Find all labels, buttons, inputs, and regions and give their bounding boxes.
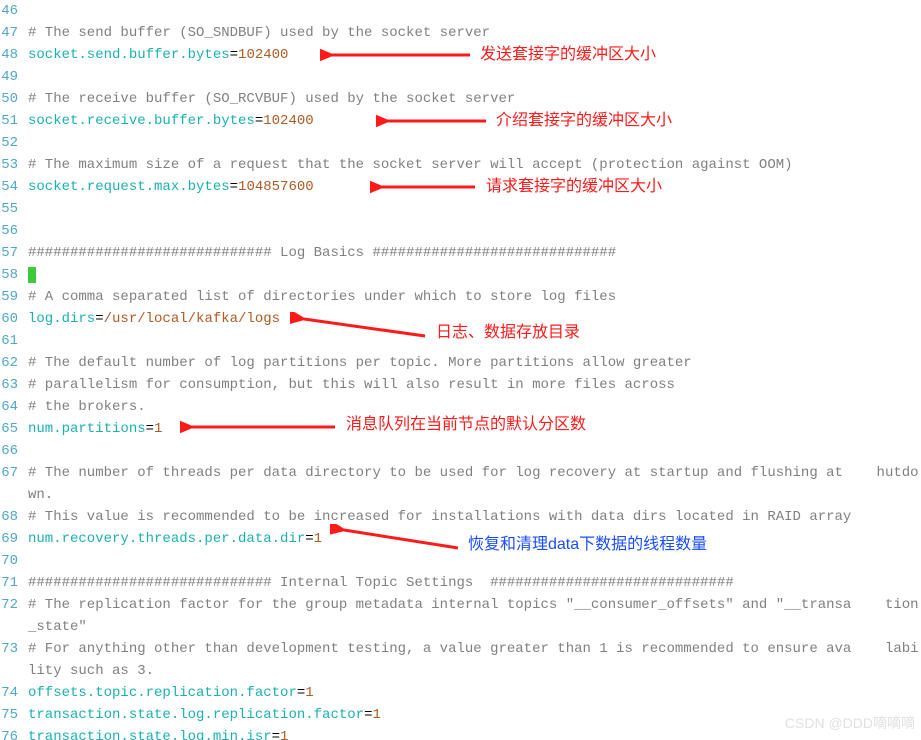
code-comment: # The number of threads per data directo… — [28, 462, 921, 506]
equals: = — [230, 179, 238, 195]
prop-val: 1 — [305, 685, 313, 701]
code-comment: # The receive buffer (SO_RCVBUF) used by… — [28, 88, 921, 110]
prop-val: 1 — [154, 421, 162, 437]
prop-val: 102400 — [238, 47, 288, 63]
prop-key: transaction.state.log.min.isr — [28, 729, 272, 740]
code-line — [28, 220, 921, 242]
line-number: 59 — [0, 286, 28, 308]
prop-key: transaction.state.log.replication.factor — [28, 707, 364, 723]
prop-key: offsets.topic.replication.factor — [28, 685, 297, 701]
line-number: 63 — [0, 374, 28, 396]
equals: = — [297, 685, 305, 701]
prop-key: socket.receive.buffer.bytes — [28, 113, 255, 129]
annotation-text: 消息队列在当前节点的默认分区数 — [346, 414, 586, 436]
line-number: 76 — [0, 726, 28, 740]
watermark-text: CSDN @DDD嘀嘀嘀 — [785, 712, 915, 734]
equals: = — [272, 729, 280, 740]
code-comment: # The send buffer (SO_SNDBUF) used by th… — [28, 22, 921, 44]
code-comment: # A comma separated list of directories … — [28, 286, 921, 308]
equals: = — [305, 531, 313, 547]
line-number: 50 — [0, 88, 28, 110]
prop-val: /usr/local/kafka/logs — [104, 311, 280, 327]
prop-key: log.dirs — [28, 311, 95, 327]
line-number: 70 — [0, 550, 28, 572]
line-number: 48 — [0, 44, 28, 66]
equals: = — [95, 311, 103, 327]
line-number: 54 — [0, 176, 28, 198]
code-line — [28, 66, 921, 88]
equals: = — [146, 421, 154, 437]
line-number: 74 — [0, 682, 28, 704]
line-number: 73 — [0, 638, 28, 682]
line-number: 72 — [0, 594, 28, 638]
prop-key: num.recovery.threads.per.data.dir — [28, 531, 305, 547]
prop-val: 1 — [372, 707, 380, 723]
prop-key: socket.send.buffer.bytes — [28, 47, 230, 63]
code-comment: # parallelism for consumption, but this … — [28, 374, 921, 396]
equals: = — [255, 113, 263, 129]
line-number: 60 — [0, 308, 28, 330]
code-line: offsets.topic.replication.factor=1 — [28, 682, 921, 704]
prop-val: 1 — [280, 729, 288, 740]
annotation-text: 日志、数据存放目录 — [436, 322, 580, 344]
line-number: 56 — [0, 220, 28, 242]
code-comment: # The replication factor for the group m… — [28, 594, 921, 638]
line-number: 51 — [0, 110, 28, 132]
line-number: 66 — [0, 440, 28, 462]
prop-key: num.partitions — [28, 421, 146, 437]
line-number: 64 — [0, 396, 28, 418]
line-number: 67 — [0, 462, 28, 506]
code-comment: # The maximum size of a request that the… — [28, 154, 921, 176]
code-line: socket.request.max.bytes=104857600 — [28, 176, 921, 198]
prop-val: 102400 — [263, 113, 313, 129]
line-number: 55 — [0, 198, 28, 220]
prop-key: socket.request.max.bytes — [28, 179, 230, 195]
line-number: 47 — [0, 22, 28, 44]
code-line: socket.receive.buffer.bytes=102400 — [28, 110, 921, 132]
annotation-text: 介绍套接字的缓冲区大小 — [496, 110, 672, 132]
annotation-text: 恢复和清理data下数据的线程数量 — [468, 534, 707, 556]
annotation-text: 发送套接字的缓冲区大小 — [480, 44, 656, 66]
line-number: 62 — [0, 352, 28, 374]
line-number: 69 — [0, 528, 28, 550]
code-editor: 46 47# The send buffer (SO_SNDBUF) used … — [0, 0, 921, 740]
line-number: 68 — [0, 506, 28, 528]
line-number: 57 — [0, 242, 28, 264]
code-comment: ############################# Log Basics… — [28, 242, 921, 264]
line-number: 61 — [0, 330, 28, 352]
code-comment: # The default number of log partitions p… — [28, 352, 921, 374]
line-number: 46 — [0, 0, 28, 22]
code-line: socket.send.buffer.bytes=102400 — [28, 44, 921, 66]
code-comment: # This value is recommended to be increa… — [28, 506, 921, 528]
line-number: 49 — [0, 66, 28, 88]
code-line — [28, 198, 921, 220]
line-number: 53 — [0, 154, 28, 176]
line-number: 75 — [0, 704, 28, 726]
prop-val: 1 — [314, 531, 322, 547]
code-comment: # For anything other than development te… — [28, 638, 921, 682]
prop-val: 104857600 — [238, 179, 314, 195]
code-line — [28, 132, 921, 154]
line-number: 65 — [0, 418, 28, 440]
line-number: 58 — [0, 264, 28, 286]
line-number: 52 — [0, 132, 28, 154]
annotation-text: 请求套接字的缓冲区大小 — [486, 176, 662, 198]
code-comment: ############################# Internal T… — [28, 572, 921, 594]
code-line — [28, 264, 921, 286]
cursor-block — [28, 267, 36, 283]
code-line — [28, 440, 921, 462]
line-number: 71 — [0, 572, 28, 594]
code-line — [28, 0, 921, 22]
equals: = — [230, 47, 238, 63]
